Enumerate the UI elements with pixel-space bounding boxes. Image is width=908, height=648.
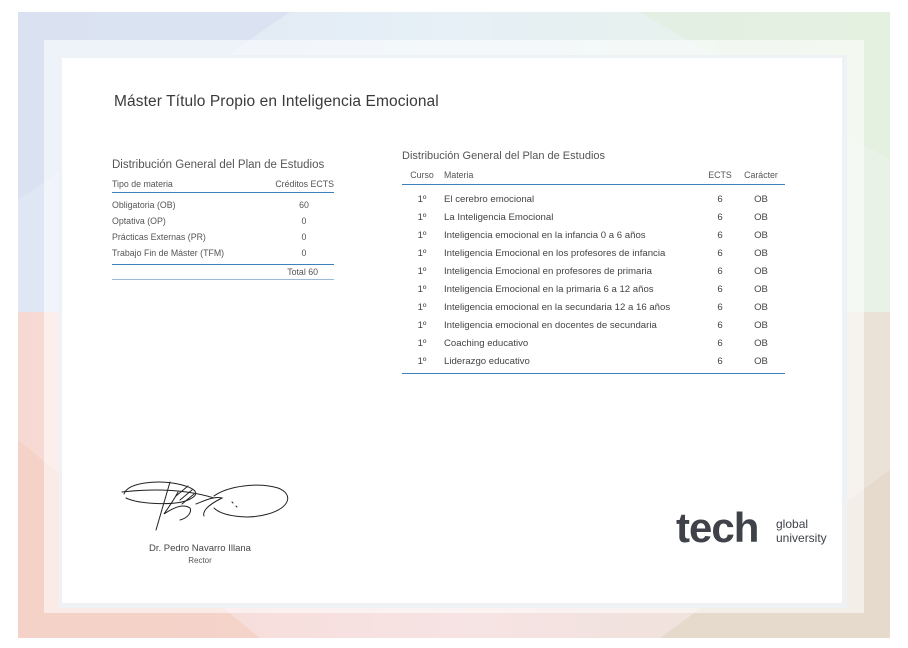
course-year: 1º — [417, 247, 427, 259]
table-row: Trabajo Fin de Máster (TFM) 0 — [112, 245, 334, 261]
logo-line1: global — [776, 517, 808, 531]
course-table: Distribución General del Plan de Estudio… — [402, 150, 785, 374]
logo-wordmark: tech — [676, 504, 758, 550]
course-header: Curso Materia ECTS Carácter — [402, 170, 785, 185]
course-year: 1º — [417, 337, 427, 349]
course-subject: Inteligencia Emocional en profesores de … — [444, 265, 652, 277]
course-character: OB — [754, 265, 768, 277]
course-subject: Coaching educativo — [444, 337, 529, 349]
signer-block: Dr. Pedro Navarro Illana Rector — [120, 543, 280, 565]
signer-name: Dr. Pedro Navarro Illana — [149, 543, 251, 554]
course-subject: El cerebro emocional — [444, 193, 535, 205]
course-ects: 6 — [717, 193, 723, 205]
table-row: 1º La Inteligencia Emocional 6 OB — [402, 208, 785, 226]
course-ects: 6 — [717, 265, 723, 277]
course-character: OB — [754, 193, 768, 205]
course-character: OB — [754, 283, 768, 295]
page-title: Máster Título Propio en Inteligencia Emo… — [114, 93, 439, 110]
col-character: Carácter — [744, 170, 778, 180]
table-row: Optativa (OP) 0 — [112, 213, 334, 229]
credits-summary-table: Distribución General del Plan de Estudio… — [112, 159, 334, 280]
course-subject: Liderazgo educativo — [444, 355, 530, 367]
logo-line2: university — [776, 531, 827, 545]
course-ects: 6 — [717, 247, 723, 259]
course-ects: 6 — [717, 283, 723, 295]
course-subject: Inteligencia emocional en la infancia 0 … — [444, 229, 646, 241]
table-row: 1º Coaching educativo 6 OB — [402, 334, 785, 352]
table-row: 1º Liderazgo educativo 6 OB — [402, 352, 785, 370]
course-character: OB — [754, 355, 768, 367]
course-year: 1º — [417, 301, 427, 313]
course-ects: 6 — [717, 301, 723, 313]
summary-caption: Distribución General del Plan de Estudio… — [112, 159, 325, 171]
summary-type: Trabajo Fin de Máster (TFM) — [112, 248, 225, 258]
course-subject: Inteligencia emocional en docentes de se… — [444, 319, 657, 331]
course-subject: Inteligencia Emocional en los profesores… — [444, 247, 666, 259]
summary-type: Optativa (OP) — [112, 216, 166, 226]
course-rows: 1º El cerebro emocional 6 OB 1º La Intel… — [402, 185, 785, 374]
table-row: 1º El cerebro emocional 6 OB — [402, 190, 785, 208]
course-year: 1º — [417, 229, 427, 241]
table-row: 1º Inteligencia emocional en docentes de… — [402, 316, 785, 334]
course-character: OB — [754, 229, 768, 241]
course-character: OB — [754, 211, 768, 223]
course-year: 1º — [417, 193, 427, 205]
summary-credits: 60 — [299, 200, 309, 210]
course-character: OB — [754, 337, 768, 349]
signature — [121, 481, 289, 531]
table-row: Obligatoria (OB) 60 — [112, 197, 334, 213]
summary-col-type: Tipo de materia — [112, 179, 173, 189]
col-ects: ECTS — [708, 170, 732, 180]
course-ects: 6 — [717, 355, 723, 367]
summary-credits: 0 — [301, 248, 307, 258]
course-year: 1º — [417, 283, 427, 295]
tech-logo: tech global university — [676, 504, 827, 550]
course-character: OB — [754, 319, 768, 331]
course-year: 1º — [417, 211, 427, 223]
course-year: 1º — [417, 355, 427, 367]
course-character: OB — [754, 247, 768, 259]
summary-credits: 0 — [301, 232, 307, 242]
course-subject: Inteligencia emocional en la secundaria … — [444, 301, 671, 313]
course-ects: 6 — [717, 319, 723, 331]
course-ects: 6 — [717, 229, 723, 241]
summary-total: Total 60 — [112, 264, 334, 280]
summary-type: Prácticas Externas (PR) — [112, 232, 206, 242]
course-ects: 6 — [717, 211, 723, 223]
signer-role: Rector — [188, 556, 212, 565]
course-subject: Inteligencia Emocional en la primaria 6 … — [444, 283, 654, 295]
summary-col-credits: Créditos ECTS — [275, 179, 334, 189]
table-row: 1º Inteligencia emocional en la secundar… — [402, 298, 785, 316]
table-row: 1º Inteligencia Emocional en la primaria… — [402, 280, 785, 298]
course-caption: Distribución General del Plan de Estudio… — [402, 150, 606, 162]
course-character: OB — [754, 301, 768, 313]
table-row: 1º Inteligencia emocional en la infancia… — [402, 226, 785, 244]
table-row: 1º Inteligencia Emocional en profesores … — [402, 262, 785, 280]
course-year: 1º — [417, 265, 427, 277]
summary-rows: Obligatoria (OB) 60 Optativa (OP) 0 Prác… — [112, 193, 334, 264]
table-row: Prácticas Externas (PR) 0 — [112, 229, 334, 245]
summary-header: Tipo de materia Créditos ECTS — [112, 179, 334, 193]
summary-credits: 0 — [301, 216, 307, 226]
col-course: Curso — [410, 170, 434, 180]
table-row: 1º Inteligencia Emocional en los profeso… — [402, 244, 785, 262]
course-subject: La Inteligencia Emocional — [444, 211, 554, 223]
col-subject: Materia — [444, 170, 474, 180]
course-year: 1º — [417, 319, 427, 331]
course-ects: 6 — [717, 337, 723, 349]
summary-type: Obligatoria (OB) — [112, 200, 176, 210]
